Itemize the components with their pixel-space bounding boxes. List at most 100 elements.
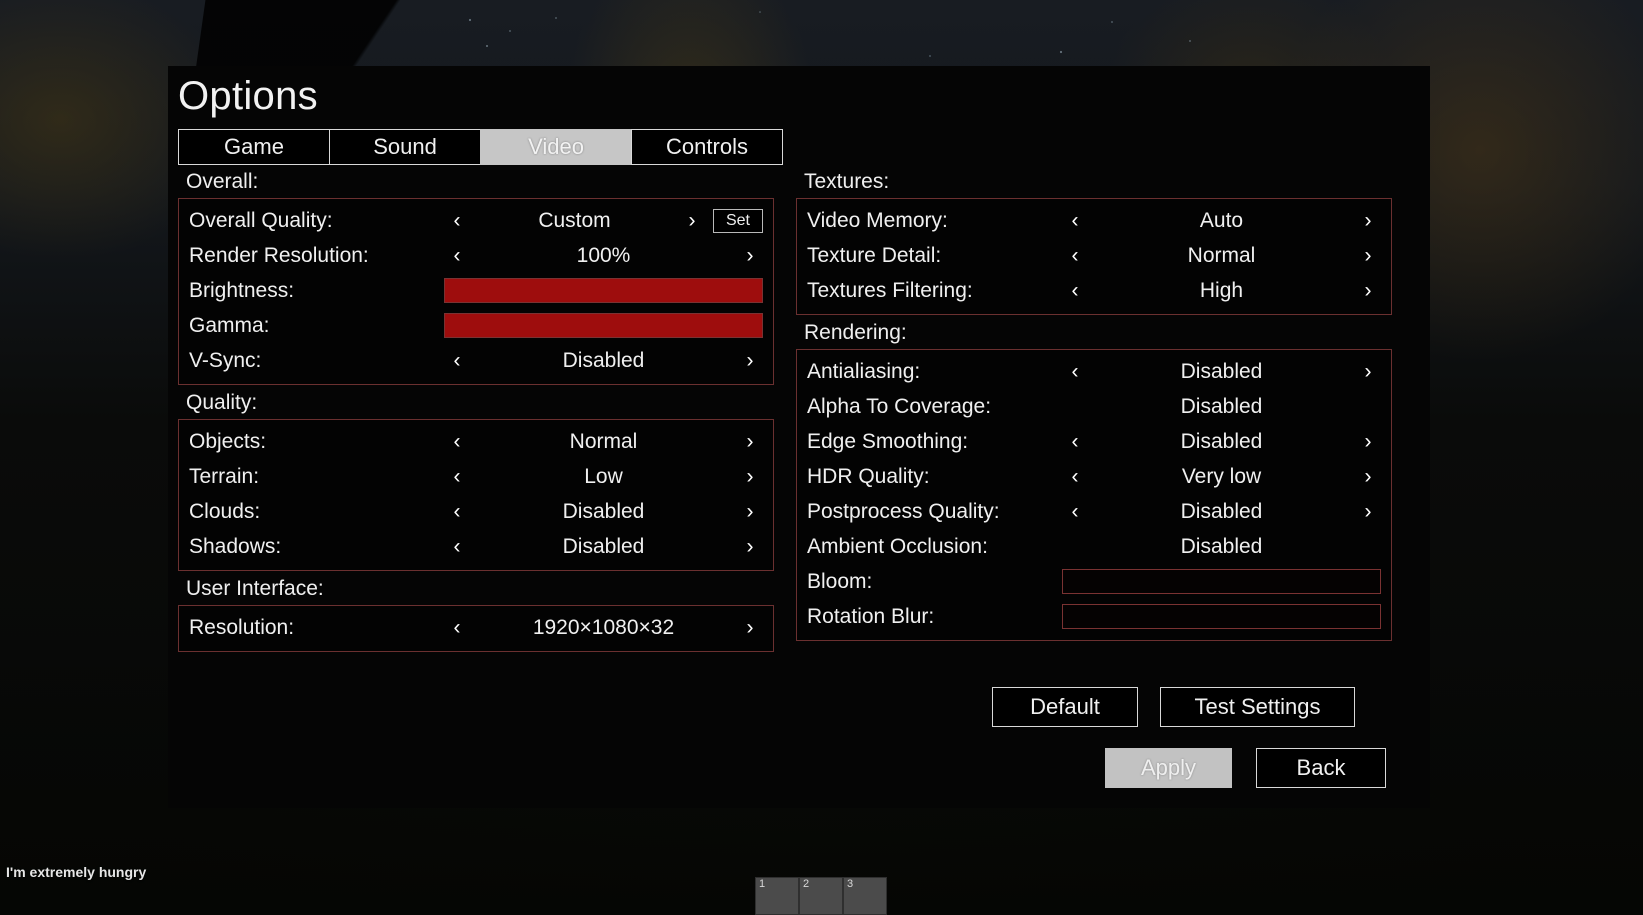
brightness-slider[interactable] (444, 278, 763, 303)
row-textures-filtering: Textures Filtering: ‹ High › (807, 273, 1381, 308)
row-control (1062, 564, 1381, 599)
panel-overall: Overall Quality: ‹ Custom › Set Render R… (178, 198, 774, 385)
arrow-left-icon[interactable]: ‹ (444, 244, 470, 268)
tab-sound[interactable]: Sound (329, 129, 481, 165)
row-control: ‹ Disabled › (1062, 529, 1381, 564)
row-value: Disabled (562, 499, 645, 523)
test-settings-button[interactable]: Test Settings (1160, 687, 1355, 727)
hotbar-slot-3[interactable]: 3 (843, 877, 887, 915)
arrow-right-icon[interactable]: › (1355, 244, 1381, 268)
row-bloom: Bloom: (807, 564, 1381, 599)
back-button[interactable]: Back (1256, 748, 1386, 788)
arrow-left-icon[interactable]: ‹ (444, 535, 470, 559)
arrow-right-icon[interactable]: › (1355, 279, 1381, 303)
row-value: Auto (1199, 208, 1244, 232)
arrow-right-icon[interactable]: › (737, 616, 763, 640)
arrow-right-icon[interactable]: › (1355, 500, 1381, 524)
row-value: 1920×1080×32 (532, 615, 675, 639)
row-control: ‹ Very low › (1062, 459, 1381, 494)
arrow-left-icon[interactable]: ‹ (1062, 244, 1088, 268)
row-texture-detail: Texture Detail: ‹ Normal › (807, 238, 1381, 273)
slider-fill (445, 314, 762, 337)
arrow-left-icon[interactable]: ‹ (444, 209, 470, 233)
row-control: ‹ Disabled › (1062, 494, 1381, 529)
arrow-right-icon[interactable]: › (1355, 209, 1381, 233)
row-label: Bloom: (807, 569, 873, 593)
row-label: Alpha To Coverage: (807, 394, 992, 418)
default-button[interactable]: Default (992, 687, 1138, 727)
arrow-right-icon[interactable]: › (737, 244, 763, 268)
arrow-left-icon[interactable]: ‹ (1062, 430, 1088, 454)
arrow-left-icon[interactable]: ‹ (444, 500, 470, 524)
rotation-blur-slider[interactable] (1062, 604, 1381, 629)
arrow-left-icon[interactable]: ‹ (444, 349, 470, 373)
hotbar-slot-1[interactable]: 1 (755, 877, 799, 915)
row-control: ‹ Low › (444, 459, 763, 494)
gamma-slider[interactable] (444, 313, 763, 338)
arrow-right-icon[interactable]: › (679, 209, 705, 233)
secondary-button-row: Default Test Settings (992, 687, 1355, 727)
panel-quality: Objects: ‹ Normal › Terrain: ‹ Low › Clo… (178, 419, 774, 571)
tab-video[interactable]: Video (480, 129, 632, 165)
row-label: HDR Quality: (807, 464, 930, 488)
arrow-left-icon[interactable]: ‹ (1062, 500, 1088, 524)
options-dialog: Options Game Sound Video Controls Overal… (168, 66, 1430, 808)
arrow-right-icon[interactable]: › (1355, 360, 1381, 384)
row-control: ‹ Custom › Set (444, 203, 763, 238)
row-label: Overall Quality: (189, 208, 333, 232)
section-label-overall: Overall: (186, 170, 259, 193)
arrow-right-icon[interactable]: › (737, 535, 763, 559)
row-control (1062, 599, 1381, 634)
row-label: Render Resolution: (189, 243, 369, 267)
arrow-right-icon[interactable]: › (737, 465, 763, 489)
arrow-left-icon[interactable]: ‹ (1062, 465, 1088, 489)
arrow-right-icon[interactable]: › (737, 500, 763, 524)
set-button[interactable]: Set (712, 208, 763, 233)
arrow-right-icon[interactable]: › (737, 430, 763, 454)
row-ui-resolution: Resolution: ‹ 1920×1080×32 › (189, 610, 763, 645)
row-control (444, 308, 763, 343)
row-overall-quality: Overall Quality: ‹ Custom › Set (189, 203, 763, 238)
bloom-slider[interactable] (1062, 569, 1381, 594)
row-label: V-Sync: (189, 348, 262, 372)
row-postprocess-quality: Postprocess Quality: ‹ Disabled › (807, 494, 1381, 529)
row-value: High (1199, 278, 1244, 302)
apply-button[interactable]: Apply (1105, 748, 1232, 788)
row-rotation-blur: Rotation Blur: (807, 599, 1381, 634)
arrow-right-icon[interactable]: › (1355, 430, 1381, 454)
row-vsync: V-Sync: ‹ Disabled › (189, 343, 763, 378)
tab-controls[interactable]: Controls (631, 129, 783, 165)
row-value: Disabled (1180, 394, 1263, 418)
tab-bar: Game Sound Video Controls (178, 129, 783, 165)
row-label: Gamma: (189, 313, 270, 337)
row-label: Rotation Blur: (807, 604, 935, 628)
row-value: Disabled (1180, 429, 1263, 453)
arrow-left-icon[interactable]: ‹ (1062, 209, 1088, 233)
row-label: Terrain: (189, 464, 260, 488)
arrow-left-icon[interactable]: ‹ (444, 616, 470, 640)
arrow-left-icon[interactable]: ‹ (1062, 360, 1088, 384)
slider-fill (445, 279, 762, 302)
hotbar-slot-2[interactable]: 2 (799, 877, 843, 915)
row-render-resolution: Render Resolution: ‹ 100% › (189, 238, 763, 273)
row-value: Normal (1187, 243, 1256, 267)
row-brightness: Brightness: (189, 273, 763, 308)
arrow-right-icon[interactable]: › (1355, 465, 1381, 489)
row-control: ‹ 100% › (444, 238, 763, 273)
tab-game[interactable]: Game (178, 129, 330, 165)
game-screen: Options Game Sound Video Controls Overal… (0, 0, 1643, 915)
row-control: ‹ Disabled › (444, 494, 763, 529)
arrow-left-icon[interactable]: ‹ (1062, 279, 1088, 303)
arrow-left-icon[interactable]: ‹ (444, 465, 470, 489)
arrow-right-icon[interactable]: › (737, 349, 763, 373)
row-label: Resolution: (189, 615, 295, 639)
arrow-left-icon[interactable]: ‹ (444, 430, 470, 454)
row-value: Disabled (1180, 534, 1263, 558)
row-hdr-quality: HDR Quality: ‹ Very low › (807, 459, 1381, 494)
section-label-rendering: Rendering: (804, 321, 907, 344)
row-value: Very low (1181, 464, 1262, 488)
row-label: Clouds: (189, 499, 261, 523)
row-control: ‹ Disabled › (444, 529, 763, 564)
row-terrain: Terrain: ‹ Low › (189, 459, 763, 494)
section-label-user-interface: User Interface: (186, 577, 324, 600)
